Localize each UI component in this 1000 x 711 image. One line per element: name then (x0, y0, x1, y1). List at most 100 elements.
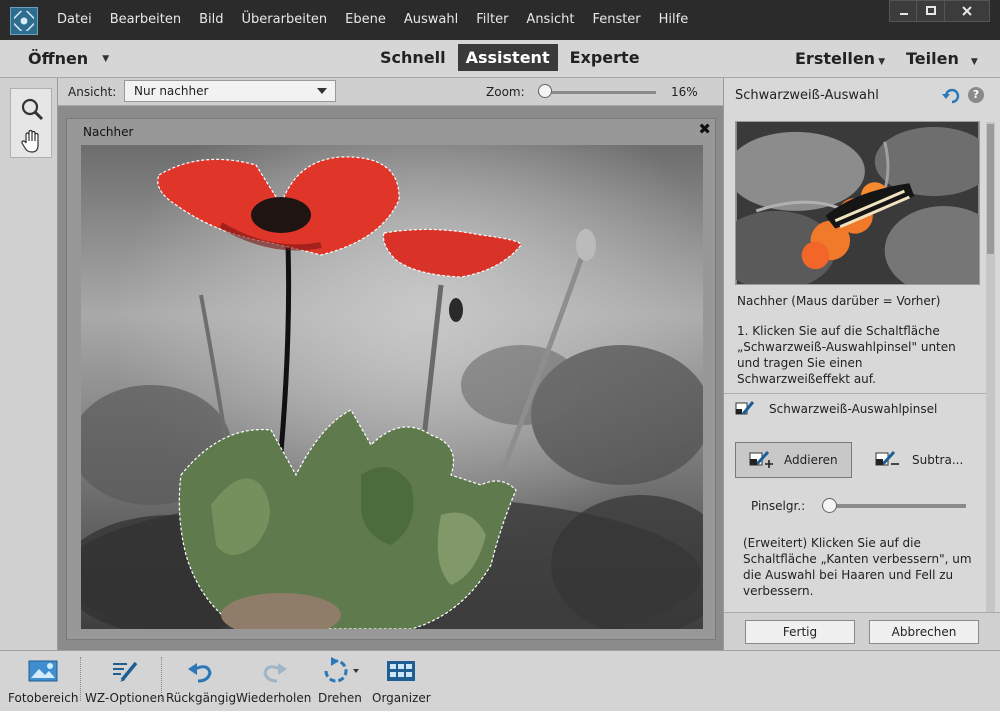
menu-item-ueberarbeiten[interactable]: Überarbeiten (242, 12, 328, 27)
open-label: Öffnen (28, 49, 89, 68)
separator (80, 657, 81, 701)
tool-options-icon (109, 657, 141, 685)
undo-label: Rückgängig (166, 691, 237, 705)
zoom-slider-thumb[interactable] (538, 84, 552, 98)
rotate-label: Drehen (318, 691, 362, 705)
photo-bin-button[interactable]: Fotobereich (8, 657, 78, 705)
photo-bin-label: Fotobereich (8, 691, 79, 705)
brush-size-label: Pinselgr.: (751, 499, 806, 513)
tool-options-label: WZ-Optionen (85, 691, 165, 705)
cancel-button[interactable]: Abbrechen (869, 620, 979, 644)
tab-assistent[interactable]: Assistent (457, 44, 558, 71)
close-icon[interactable]: ✖ (698, 120, 711, 138)
mode-tabs: Schnell Assistent Experte (372, 44, 648, 71)
maximize-button[interactable] (916, 0, 946, 22)
reset-icon[interactable] (942, 87, 962, 105)
menu-item-datei[interactable]: Datei (57, 12, 92, 27)
panel-scrollbar[interactable] (986, 122, 995, 612)
view-select-value: Nur nachher (134, 84, 209, 98)
minimize-button[interactable] (889, 0, 919, 22)
menu-item-ebene[interactable]: Ebene (345, 12, 386, 27)
menu-bar: Datei Bearbeiten Bild Überarbeiten Ebene… (0, 0, 1000, 40)
bw-brush-icon (735, 401, 755, 415)
mode-bar: Öffnen ▼ Schnell Assistent Experte Erste… (0, 40, 1000, 78)
chevron-down-icon: ▼ (875, 57, 886, 67)
menu-item-filter[interactable]: Filter (476, 12, 508, 27)
open-button[interactable]: Öffnen ▼ (28, 49, 109, 68)
step-1-text: 1. Klicken Sie auf die Schaltfläche „Sch… (737, 324, 956, 386)
help-icon[interactable]: ? (968, 87, 984, 103)
redo-button[interactable]: Wiederholen (236, 657, 311, 705)
view-label: Ansicht: (68, 85, 117, 99)
photo-bin-icon (27, 657, 59, 685)
organizer-icon (385, 657, 417, 685)
tool-box (10, 88, 52, 158)
step-2-text: (Erweitert) Klicken Sie auf die Schaltfl… (743, 536, 972, 598)
tool-options-button[interactable]: WZ-Optionen (85, 657, 165, 705)
subtract-button[interactable]: Subtra... (872, 442, 982, 478)
organizer-label: Organizer (372, 691, 431, 705)
redo-icon (258, 657, 290, 685)
brush-size-thumb[interactable] (822, 498, 837, 513)
tool-bar (0, 78, 58, 650)
preview-caption: Nachher (Maus darüber = Vorher) (737, 294, 941, 308)
menu-item-ansicht[interactable]: Ansicht (526, 12, 574, 27)
menu-item-fenster[interactable]: Fenster (592, 12, 640, 27)
menu-items: Datei Bearbeiten Bild Überarbeiten Ebene… (57, 12, 706, 27)
tab-experte[interactable]: Experte (562, 44, 648, 71)
chevron-down-icon: ▼ (102, 53, 110, 64)
subtract-brush-icon (875, 450, 899, 466)
hand-icon[interactable] (20, 129, 44, 155)
panel-footer: Fertig Abbrechen (724, 612, 1000, 650)
panel-scrollbar-thumb[interactable] (987, 124, 994, 254)
share-button[interactable]: Teilen ▼ (906, 49, 978, 68)
document-window: Nachher ✖ (66, 118, 716, 640)
tab-schnell[interactable]: Schnell (372, 44, 454, 71)
create-button[interactable]: Erstellen ▼ (795, 49, 885, 68)
rotate-button[interactable]: Drehen (318, 657, 362, 705)
zoom-slider[interactable] (538, 84, 656, 100)
guided-panel: Schwarzweiß-Auswahl ? Nachher (Maus darü… (723, 78, 1000, 650)
subtract-label: Subtra... (912, 453, 964, 467)
canvas-area: Nachher ✖ (58, 106, 723, 650)
panel-title: Schwarzweiß-Auswahl (735, 88, 879, 103)
zoom-slider-track (538, 91, 656, 94)
zoom-icon[interactable] (20, 97, 44, 121)
add-button[interactable]: Addieren (735, 442, 852, 478)
options-bar: Ansicht: Nur nachher Zoom: 16% (58, 78, 723, 106)
undo-button[interactable]: Rückgängig (166, 657, 236, 705)
maximize-icon (926, 6, 936, 15)
divider (724, 393, 986, 394)
chevron-down-icon (317, 88, 327, 94)
menu-item-bild[interactable]: Bild (199, 12, 223, 27)
view-select[interactable]: Nur nachher (124, 80, 336, 102)
close-window-button[interactable] (944, 0, 990, 22)
minimize-icon (900, 13, 908, 15)
create-label: Erstellen (795, 49, 876, 68)
undo-icon (185, 657, 217, 685)
close-icon (962, 6, 972, 16)
brush-size-slider[interactable] (822, 498, 966, 514)
add-label: Addieren (784, 453, 838, 467)
rotate-icon (319, 657, 361, 685)
chevron-down-icon: ▼ (970, 57, 978, 67)
bottom-panel-bar: Fotobereich WZ-Optionen Rückgängig Wiede… (0, 650, 1000, 711)
menu-item-auswahl[interactable]: Auswahl (404, 12, 458, 27)
preview-image[interactable] (735, 121, 980, 285)
add-brush-icon (749, 450, 773, 468)
menu-item-bearbeiten[interactable]: Bearbeiten (110, 12, 181, 27)
app-logo-icon[interactable] (10, 7, 38, 35)
separator (161, 657, 162, 701)
photo-canvas[interactable] (81, 145, 703, 629)
zoom-value: 16% (671, 85, 698, 99)
organizer-button[interactable]: Organizer (372, 657, 431, 705)
redo-label: Wiederholen (236, 691, 312, 705)
brush-tool-label: Schwarzweiß-Auswahlpinsel (769, 402, 938, 416)
brush-size-track (822, 504, 966, 508)
brush-tool-row: Schwarzweiß-Auswahlpinsel (735, 400, 937, 418)
menu-item-hilfe[interactable]: Hilfe (659, 12, 689, 27)
document-title: Nachher (83, 125, 134, 139)
share-label: Teilen (906, 49, 959, 68)
done-button[interactable]: Fertig (745, 620, 855, 644)
zoom-label: Zoom: (486, 85, 525, 99)
